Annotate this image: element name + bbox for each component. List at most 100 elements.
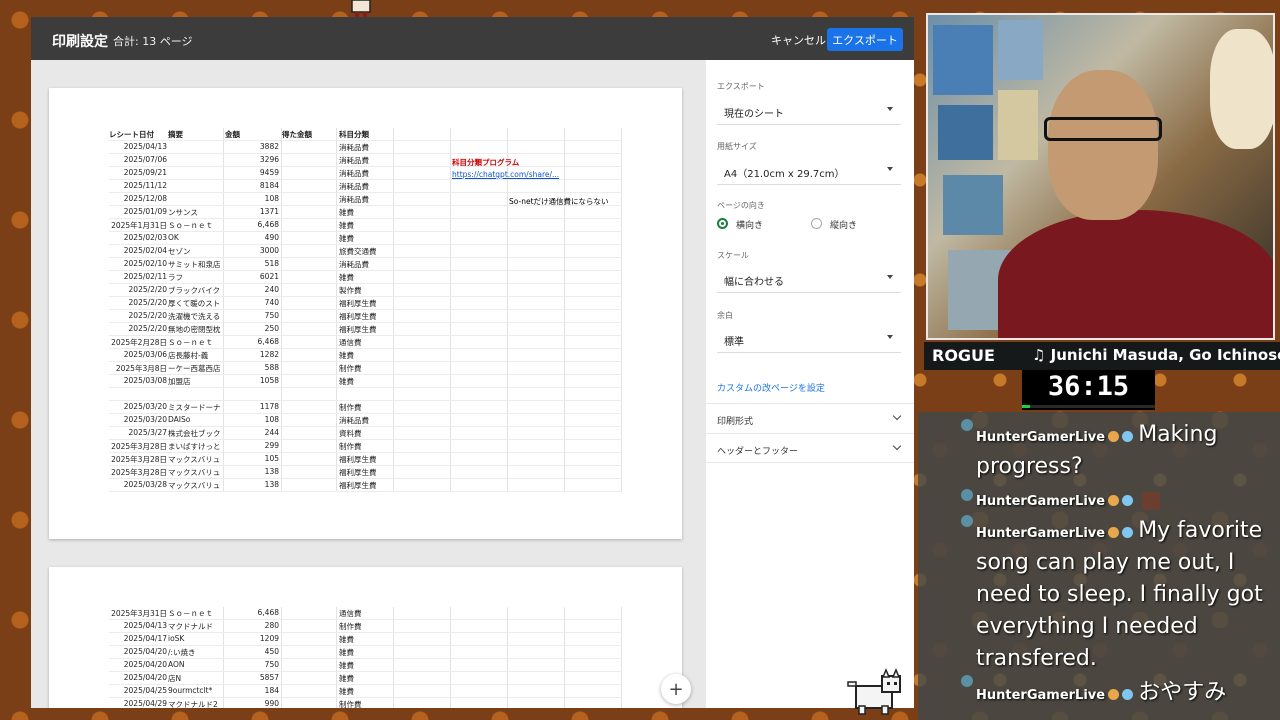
wall-poster	[938, 105, 993, 160]
badge-icon	[1122, 495, 1134, 506]
row-desc: ラフ	[168, 273, 183, 282]
cancel-button[interactable]: キャンセル	[771, 32, 826, 48]
chat-message: HunterGamerLive おやすみ	[976, 677, 1276, 709]
row-desc: マックスバリュ	[168, 455, 221, 464]
table-row: 2025/03/08 加盟店 1058 雑費	[109, 375, 622, 388]
format-section[interactable]: 印刷形式	[706, 403, 914, 433]
export-select[interactable]: 現在のシート	[717, 97, 901, 125]
row-desc: 厚くて暖のスト	[168, 299, 221, 308]
row-desc: 無地の密閉型枕	[168, 325, 221, 334]
row-date: 2025/04/20	[123, 660, 167, 669]
row-category: 消耗品費	[339, 182, 369, 191]
header-date: レシート日付	[109, 130, 154, 139]
row-amount: 108	[264, 415, 279, 424]
chat-username: HunterGamerLive	[976, 688, 1106, 703]
character-sprite-icon	[351, 0, 371, 17]
page-count: 合計: 13 ページ	[113, 35, 193, 48]
row-category: 福利厚生費	[339, 455, 377, 464]
speedrun-timer: 36:15	[1022, 370, 1155, 410]
row-category: 福利厚生費	[339, 325, 377, 334]
sheet-header-row: レシート日付 摘要 金額 得た金額 科目分類	[109, 128, 622, 141]
row-amount: 750	[264, 660, 279, 669]
wall-poster	[943, 175, 1003, 235]
row-desc: マクドナルド2	[168, 700, 218, 708]
row-date: 2025/03/20	[123, 415, 167, 424]
table-row: 2025/12/08 108 消耗品費	[109, 193, 622, 206]
row-category: 雑費	[339, 351, 354, 360]
row-amount: 6,468	[257, 220, 279, 229]
table-row: 2025年3月28日 マックスバリュ 138 福利厚生費	[109, 466, 622, 479]
row-amount: 280	[264, 621, 279, 630]
row-amount: 105	[264, 454, 279, 463]
table-row: 2025年3月28日 マックスバリュ 105 福利厚生費	[109, 453, 622, 466]
row-category: 雑費	[339, 273, 354, 282]
table-row: 2025/07/06 3296 消耗品費	[109, 154, 622, 167]
row-desc: /:い焼き	[168, 648, 196, 657]
export-button[interactable]: エクスポート	[827, 28, 903, 51]
row-category: 制作費	[339, 364, 362, 373]
row-amount: 3296	[259, 155, 279, 164]
radio-selected-icon	[717, 218, 728, 229]
row-amount: 3882	[259, 142, 279, 151]
portrait-label: 縦向き	[830, 221, 858, 231]
paper-size-value: A4（21.0cm x 29.7cm）	[724, 169, 845, 180]
row-date: 2025年1月31日	[111, 221, 167, 230]
add-button[interactable]: +	[661, 674, 691, 704]
print-title: 印刷設定	[52, 34, 108, 50]
row-amount: 450	[264, 647, 279, 656]
row-desc: ミスタードーナ	[168, 403, 221, 412]
row-date: 2025年3月28日	[111, 455, 167, 464]
margin-select[interactable]: 標準	[717, 325, 901, 353]
row-amount: 108	[264, 194, 279, 203]
badge-icon	[1122, 689, 1134, 700]
row-date: 2025/07/06	[123, 155, 167, 164]
table-row: 2025/03/20 ミスタードーナ 1178 制作費	[109, 401, 622, 414]
row-date: 2025/04/20	[123, 673, 167, 682]
badge-icon	[1122, 527, 1134, 538]
row-category: 消耗品費	[339, 416, 369, 425]
row-category: 雑費	[339, 377, 354, 386]
table-row: 2025/2/20 無地の密閉型枕 250 福利厚生費	[109, 323, 622, 336]
cat-sprite-icon	[847, 668, 901, 715]
row-desc: 加盟店	[168, 377, 191, 386]
print-preview[interactable]: レシート日付 摘要 金額 得た金額 科目分類 科目分類プログラム https:/…	[31, 60, 706, 708]
row-desc: 店N	[168, 674, 182, 683]
preview-page-1: レシート日付 摘要 金額 得た金額 科目分類 科目分類プログラム https:/…	[49, 88, 682, 539]
row-category: 消耗品費	[339, 195, 369, 204]
row-date: 2025/03/08	[123, 376, 167, 385]
chat-text: おやすみ	[1138, 680, 1227, 705]
row-category: 消耗品費	[339, 143, 369, 152]
row-amount: 6,468	[257, 337, 279, 346]
row-amount: 1178	[259, 402, 279, 411]
table-row: 2025/04/29 マクドナルド2 990 制作費	[109, 698, 622, 708]
custom-page-break-link[interactable]: カスタムの改ページを設定	[717, 381, 825, 394]
timer-progress-fill	[1022, 405, 1030, 408]
row-amount: 490	[264, 233, 279, 242]
print-header: 印刷設定 合計: 13 ページ キャンセル エクスポート	[31, 17, 914, 60]
row-amount: 138	[264, 467, 279, 476]
chat-message: HunterGamerLive My favorite song can pla…	[976, 515, 1276, 675]
row-desc: マックスバリュ	[168, 481, 221, 490]
chat-username: HunterGamerLive	[976, 494, 1106, 509]
row-amount: 8184	[259, 181, 279, 190]
header-category: 科目分類	[339, 130, 369, 139]
row-date: 2025/04/13	[123, 621, 167, 630]
chat-avatar	[961, 675, 973, 687]
row-desc: OK	[168, 233, 179, 242]
table-row: 2025年3月31日 Ｓｏ－ｎｅｔ 6,468 通信費	[109, 607, 622, 620]
now-playing-text: ♫ Junichi Masuda, Go Ichinose	[1032, 346, 1280, 364]
table-row: 2025/04/25 9ourmctclt* 184 雑費	[109, 685, 622, 698]
table-row: 2025/02/04 セゾン 3000 旅費交通費	[109, 245, 622, 258]
row-date: 2025/12/08	[123, 194, 167, 203]
row-date: 2025/03/20	[123, 402, 167, 411]
scale-select[interactable]: 幅に合わせる	[717, 265, 901, 293]
header-footer-section[interactable]: ヘッダーとフッター	[706, 433, 914, 463]
chat-avatar	[961, 515, 973, 527]
table-row: 2025年3月28日 まいばすけっと 299 制作費	[109, 440, 622, 453]
badge-icon	[1108, 431, 1120, 442]
paper-size-select[interactable]: A4（21.0cm x 29.7cm）	[717, 157, 901, 185]
row-date: 2025/2/20	[128, 311, 167, 320]
table-row: 2025/2/20 洗濯機で洗える 750 福利厚生費	[109, 310, 622, 323]
table-row: 2025/11/12 8184 消耗品費	[109, 180, 622, 193]
dropdown-caret-icon	[887, 107, 893, 111]
